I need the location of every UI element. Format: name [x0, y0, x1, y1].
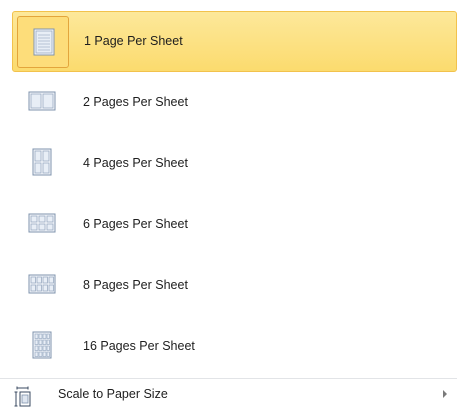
icon-frame [16, 198, 68, 250]
menu-item-label: 4 Pages Per Sheet [83, 156, 188, 170]
icon-frame [16, 259, 68, 311]
icon-frame [16, 137, 68, 189]
menu-item-6-pages-per-sheet[interactable]: 6 Pages Per Sheet [12, 194, 457, 255]
eight-pages-per-sheet-icon [28, 274, 56, 294]
scale-to-paper-size-icon [14, 386, 31, 407]
four-pages-per-sheet-icon [32, 148, 52, 176]
six-pages-per-sheet-icon [28, 213, 56, 233]
menu-item-8-pages-per-sheet[interactable]: 8 Pages Per Sheet [12, 255, 457, 316]
menu-item-2-pages-per-sheet[interactable]: 2 Pages Per Sheet [12, 72, 457, 133]
icon-frame [17, 16, 69, 68]
menu-item-label: 6 Pages Per Sheet [83, 217, 188, 231]
menu-item-1-page-per-sheet[interactable]: 1 Page Per Sheet [12, 11, 457, 72]
icon-frame [16, 320, 68, 372]
menu-item-label: 2 Pages Per Sheet [83, 95, 188, 109]
submenu-arrow-icon [443, 390, 447, 398]
menu-item-label: 1 Page Per Sheet [84, 34, 183, 48]
menu-item-16-pages-per-sheet[interactable]: 16 Pages Per Sheet [12, 316, 457, 377]
scale-to-paper-size-label: Scale to Paper Size [58, 387, 168, 401]
sixteen-pages-per-sheet-icon [32, 331, 52, 359]
icon-frame [16, 76, 68, 128]
two-pages-per-sheet-icon [28, 91, 56, 111]
menu-item-label: 8 Pages Per Sheet [83, 278, 188, 292]
menu-item-4-pages-per-sheet[interactable]: 4 Pages Per Sheet [12, 133, 457, 194]
menu-item-label: 16 Pages Per Sheet [83, 339, 195, 353]
scale-to-paper-size-item[interactable]: Scale to Paper Size [0, 379, 457, 409]
one-page-per-sheet-icon [33, 28, 55, 56]
pages-per-sheet-menu: 1 Page Per Sheet 2 Pages Per Sheet 4 Pag… [0, 0, 457, 409]
